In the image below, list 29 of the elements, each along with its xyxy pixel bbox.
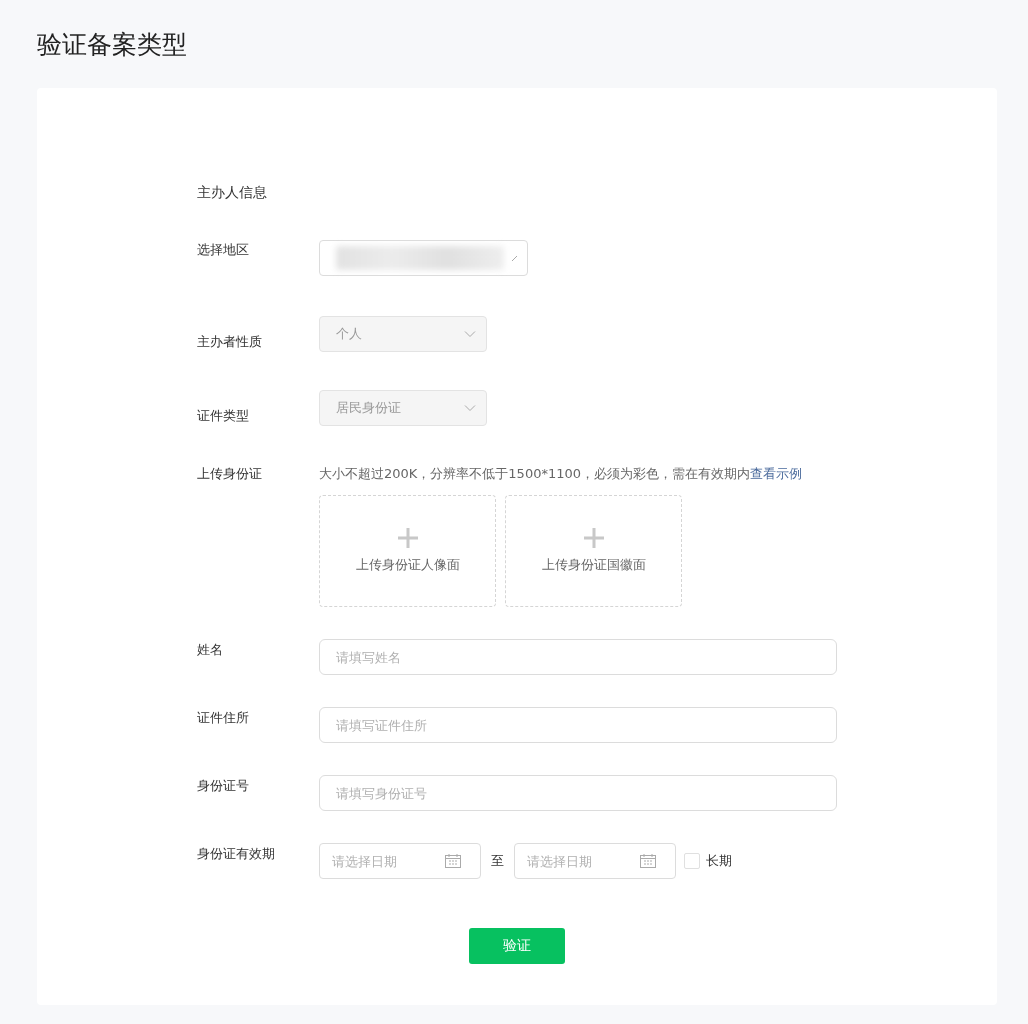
text-input[interactable]: 请填写身份证号 [319,775,837,811]
field-label: 身份证有效期 [197,845,275,863]
example-link[interactable]: 查看示例 [750,466,802,481]
field-label: 主办者性质 [197,333,262,351]
date-field[interactable]: 请选择日期 [514,843,676,879]
upload-slot[interactable]: 上传身份证国徽面 [505,495,682,607]
caret-icon [512,255,517,261]
section-title: 主办人信息 [197,184,268,202]
range-separator: 至 [491,852,504,870]
field-label: 上传身份证 [197,465,262,483]
calendar-icon [640,854,656,868]
field-label: 证件类型 [197,407,249,425]
field-label: 姓名 [197,641,223,659]
chevron-down-icon [464,404,476,412]
field-label: 选择地区 [197,241,249,259]
chevron-down-icon [464,330,476,338]
text-input[interactable]: 请填写证件住所 [319,707,837,743]
plus-icon [397,528,418,548]
field-label: 身份证号 [197,777,249,795]
upload-slot[interactable]: 上传身份证人像面 [319,495,496,607]
upload-hint: 大小不超过200K，分辨率不低于1500*1100，必须为彩色，需在有效期内查看示例 [319,465,803,483]
plus-icon [583,528,604,548]
page-title: 验证备案类型 [37,29,188,61]
text-input[interactable]: 请填写姓名 [319,639,837,675]
date-field[interactable]: 请选择日期 [319,843,481,879]
field-label: 证件住所 [197,709,249,727]
long-term-checkbox[interactable]: 长期 [684,852,732,870]
region-select[interactable] [319,240,528,276]
calendar-icon [445,854,461,868]
